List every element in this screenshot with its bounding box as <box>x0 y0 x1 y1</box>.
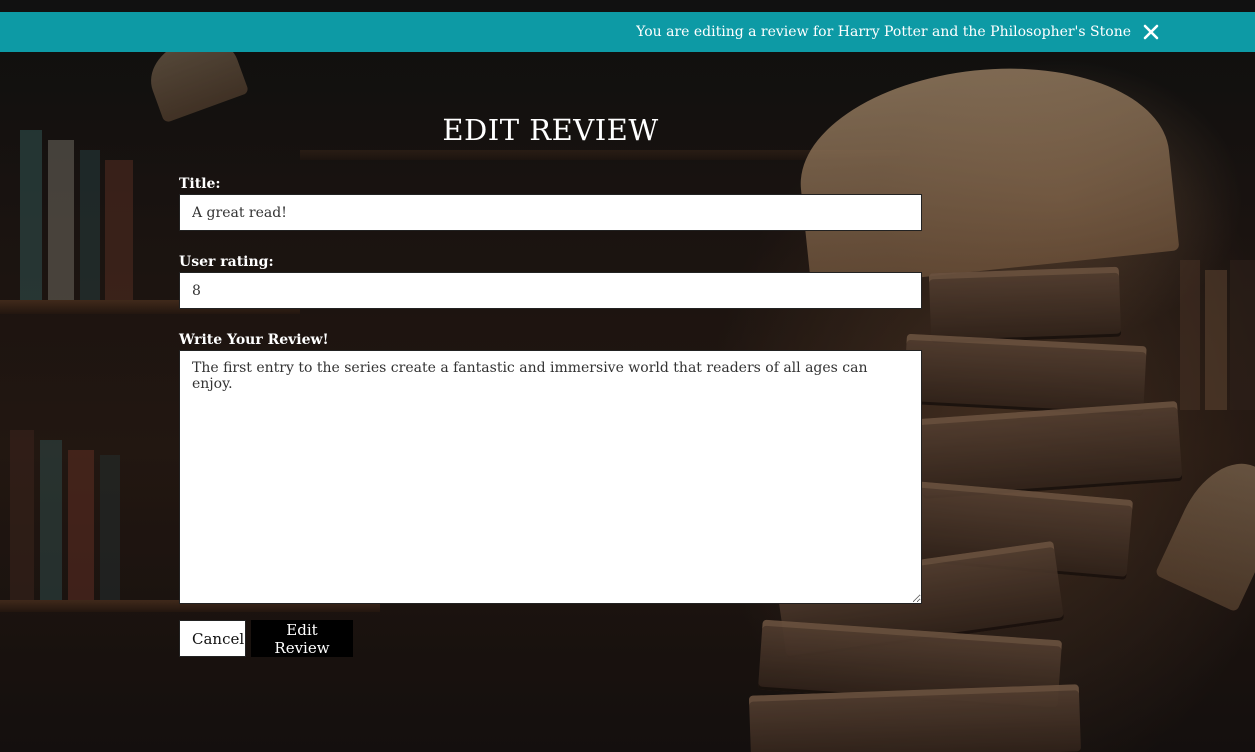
review-textarea[interactable]: The first entry to the series create a f… <box>179 350 922 604</box>
review-label: Write Your Review! <box>179 332 329 348</box>
form-actions: Cancel Edit Review <box>179 620 922 657</box>
page: You are editing a review for Harry Potte… <box>0 0 1255 752</box>
rating-input[interactable] <box>179 272 922 309</box>
edit-review-button[interactable]: Edit Review <box>251 620 353 657</box>
close-icon[interactable] <box>1139 20 1163 44</box>
edit-review-form: EDIT REVIEW Title: User rating: Write Yo… <box>179 108 922 657</box>
title-label: Title: <box>179 176 221 192</box>
editing-notice-message: You are editing a review for Harry Potte… <box>636 24 1131 40</box>
top-strip <box>0 0 1255 12</box>
rating-label: User rating: <box>179 254 274 270</box>
title-input[interactable] <box>179 194 922 231</box>
cancel-button[interactable]: Cancel <box>179 620 246 657</box>
page-title: EDIT REVIEW <box>442 113 659 147</box>
editing-notice-banner: You are editing a review for Harry Potte… <box>0 12 1255 52</box>
